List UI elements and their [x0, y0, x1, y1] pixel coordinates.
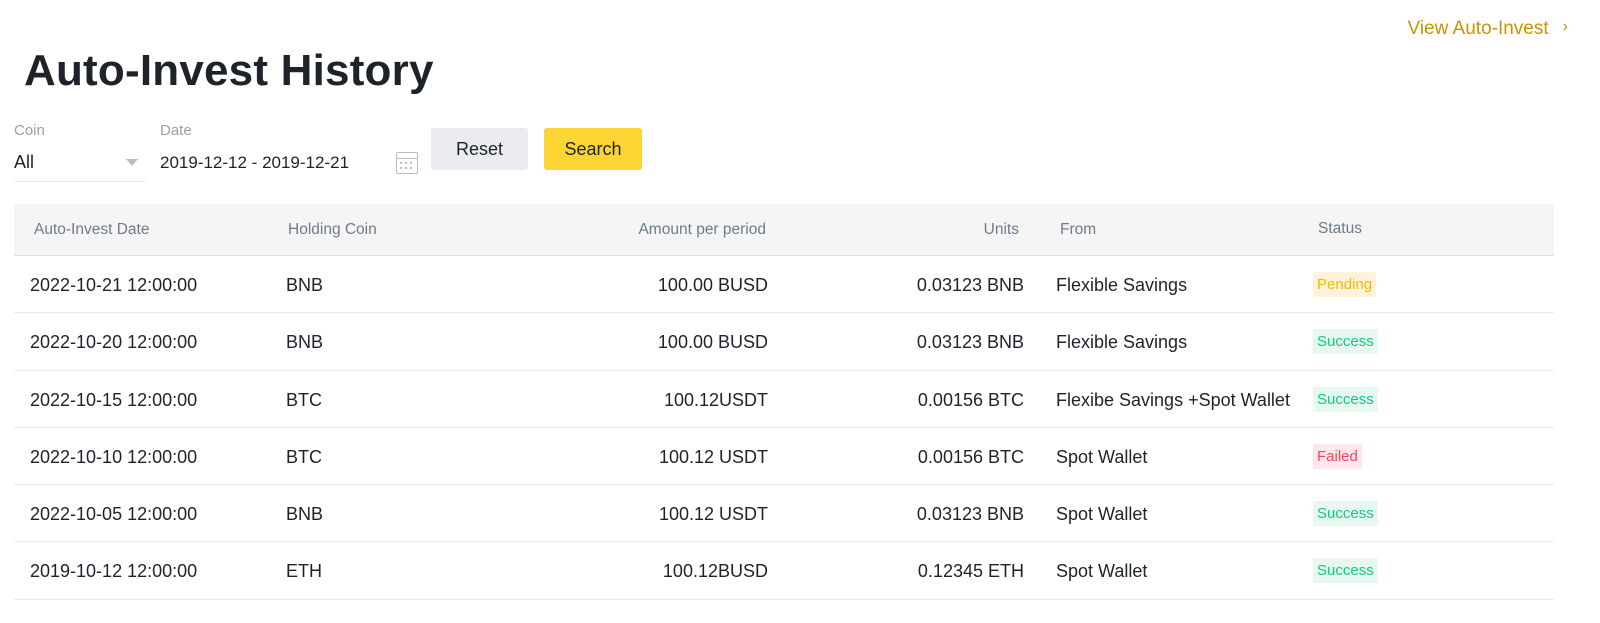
cell-units: 0.03123 BNB — [916, 504, 1024, 525]
cell-amount: 100.12 USDT — [658, 446, 768, 467]
cell-amount: 100.00 BUSD — [657, 332, 768, 353]
table-row: 2019-10-12 12:00:00 ETH 100.12BUSD 0.123… — [14, 542, 1554, 600]
coin-label: Coin — [14, 122, 45, 139]
coin-select-value: All — [14, 152, 35, 172]
chevron-right-icon: › — [1562, 18, 1568, 35]
status-badge: Success — [1313, 329, 1378, 355]
status-badge: Failed — [1313, 443, 1362, 469]
cell-status: Success — [1313, 501, 1378, 527]
cell-status: Success — [1313, 329, 1378, 355]
table-row: 2022-10-10 12:00:00 BTC 100.12 USDT 0.00… — [14, 428, 1554, 486]
view-auto-invest-link[interactable]: View Auto-Invest › — [1407, 18, 1568, 40]
column-header-from: From — [1060, 221, 1097, 238]
coin-select[interactable]: All — [14, 144, 146, 182]
cell-coin: BNB — [286, 504, 324, 525]
cell-coin: BTC — [286, 446, 322, 467]
page-title: Auto-Invest History — [24, 46, 434, 95]
cell-date: 2019-10-12 12:00:00 — [30, 561, 198, 582]
cell-date: 2022-10-21 12:00:00 — [30, 275, 198, 295]
cell-from: Spot Wallet — [1056, 504, 1148, 525]
cell-coin: BNB — [286, 275, 324, 295]
cell-units: 0.12345 ETH — [917, 561, 1024, 582]
cell-amount: 100.12 USDT — [658, 504, 768, 525]
cell-from: Flexible Savings — [1056, 275, 1188, 295]
cell-amount: 100.12USDT — [663, 389, 768, 410]
cell-amount: 100.12BUSD — [662, 561, 768, 582]
cell-units: 0.03123 BNB — [916, 275, 1024, 295]
cell-coin: BNB — [286, 332, 324, 353]
date-label: Date — [160, 122, 192, 139]
date-range-picker[interactable]: 2019-12-12 - 2019-12-21 — [160, 144, 424, 182]
status-badge: Success — [1313, 386, 1378, 412]
table-row: 2022-10-21 12:00:00 BNB 100.00 BUSD 0.03… — [14, 256, 1554, 314]
cell-from: Flexible Savings — [1056, 332, 1188, 353]
table-header: Auto-Invest Date Holding Coin Amount per… — [14, 204, 1554, 256]
cell-status: Pending — [1313, 272, 1377, 297]
column-header-status: Status — [1318, 220, 1362, 237]
caret-down-icon — [126, 159, 138, 166]
cell-coin: BTC — [286, 389, 322, 410]
calendar-icon[interactable] — [396, 152, 418, 174]
cell-date: 2022-10-05 12:00:00 — [30, 504, 198, 525]
date-range-value: 2019-12-12 - 2019-12-21 — [160, 153, 350, 172]
search-button[interactable]: Search — [544, 128, 642, 170]
status-badge: Success — [1313, 558, 1378, 584]
column-header-amount: Amount per period — [638, 221, 766, 238]
view-auto-invest-label: View Auto-Invest — [1407, 18, 1549, 39]
cell-from: Flexibe Savings +Spot Wallet — [1056, 389, 1290, 410]
cell-date: 2022-10-20 12:00:00 — [30, 332, 198, 353]
column-header-coin: Holding Coin — [288, 221, 377, 238]
history-table: Auto-Invest Date Holding Coin Amount per… — [14, 204, 1554, 600]
table-row: 2022-10-20 12:00:00 BNB 100.00 BUSD 0.03… — [14, 313, 1554, 371]
table-row: 2022-10-15 12:00:00 BTC 100.12USDT 0.001… — [14, 371, 1554, 428]
cell-date: 2022-10-15 12:00:00 — [30, 389, 198, 410]
cell-status: Success — [1313, 386, 1378, 412]
cell-date: 2022-10-10 12:00:00 — [30, 446, 198, 467]
cell-from: Spot Wallet — [1056, 561, 1148, 582]
status-badge: Pending — [1313, 272, 1377, 297]
cell-coin: ETH — [286, 561, 322, 582]
cell-units: 0.00156 BTC — [917, 389, 1024, 410]
cell-from: Spot Wallet — [1056, 446, 1148, 467]
column-header-units: Units — [983, 221, 1019, 238]
table-row: 2022-10-05 12:00:00 BNB 100.12 USDT 0.03… — [14, 485, 1554, 543]
cell-units: 0.03123 BNB — [916, 332, 1024, 353]
cell-amount: 100.00 BUSD — [657, 275, 768, 295]
reset-button[interactable]: Reset — [431, 128, 528, 170]
cell-units: 0.00156 BTC — [917, 446, 1024, 467]
status-badge: Success — [1313, 501, 1378, 527]
cell-status: Failed — [1313, 443, 1362, 469]
column-header-date: Auto-Invest Date — [34, 221, 150, 238]
filter-bar: Coin All Date 2019-12-12 - 2019-12-21 Re… — [14, 120, 714, 184]
cell-status: Success — [1313, 558, 1378, 584]
